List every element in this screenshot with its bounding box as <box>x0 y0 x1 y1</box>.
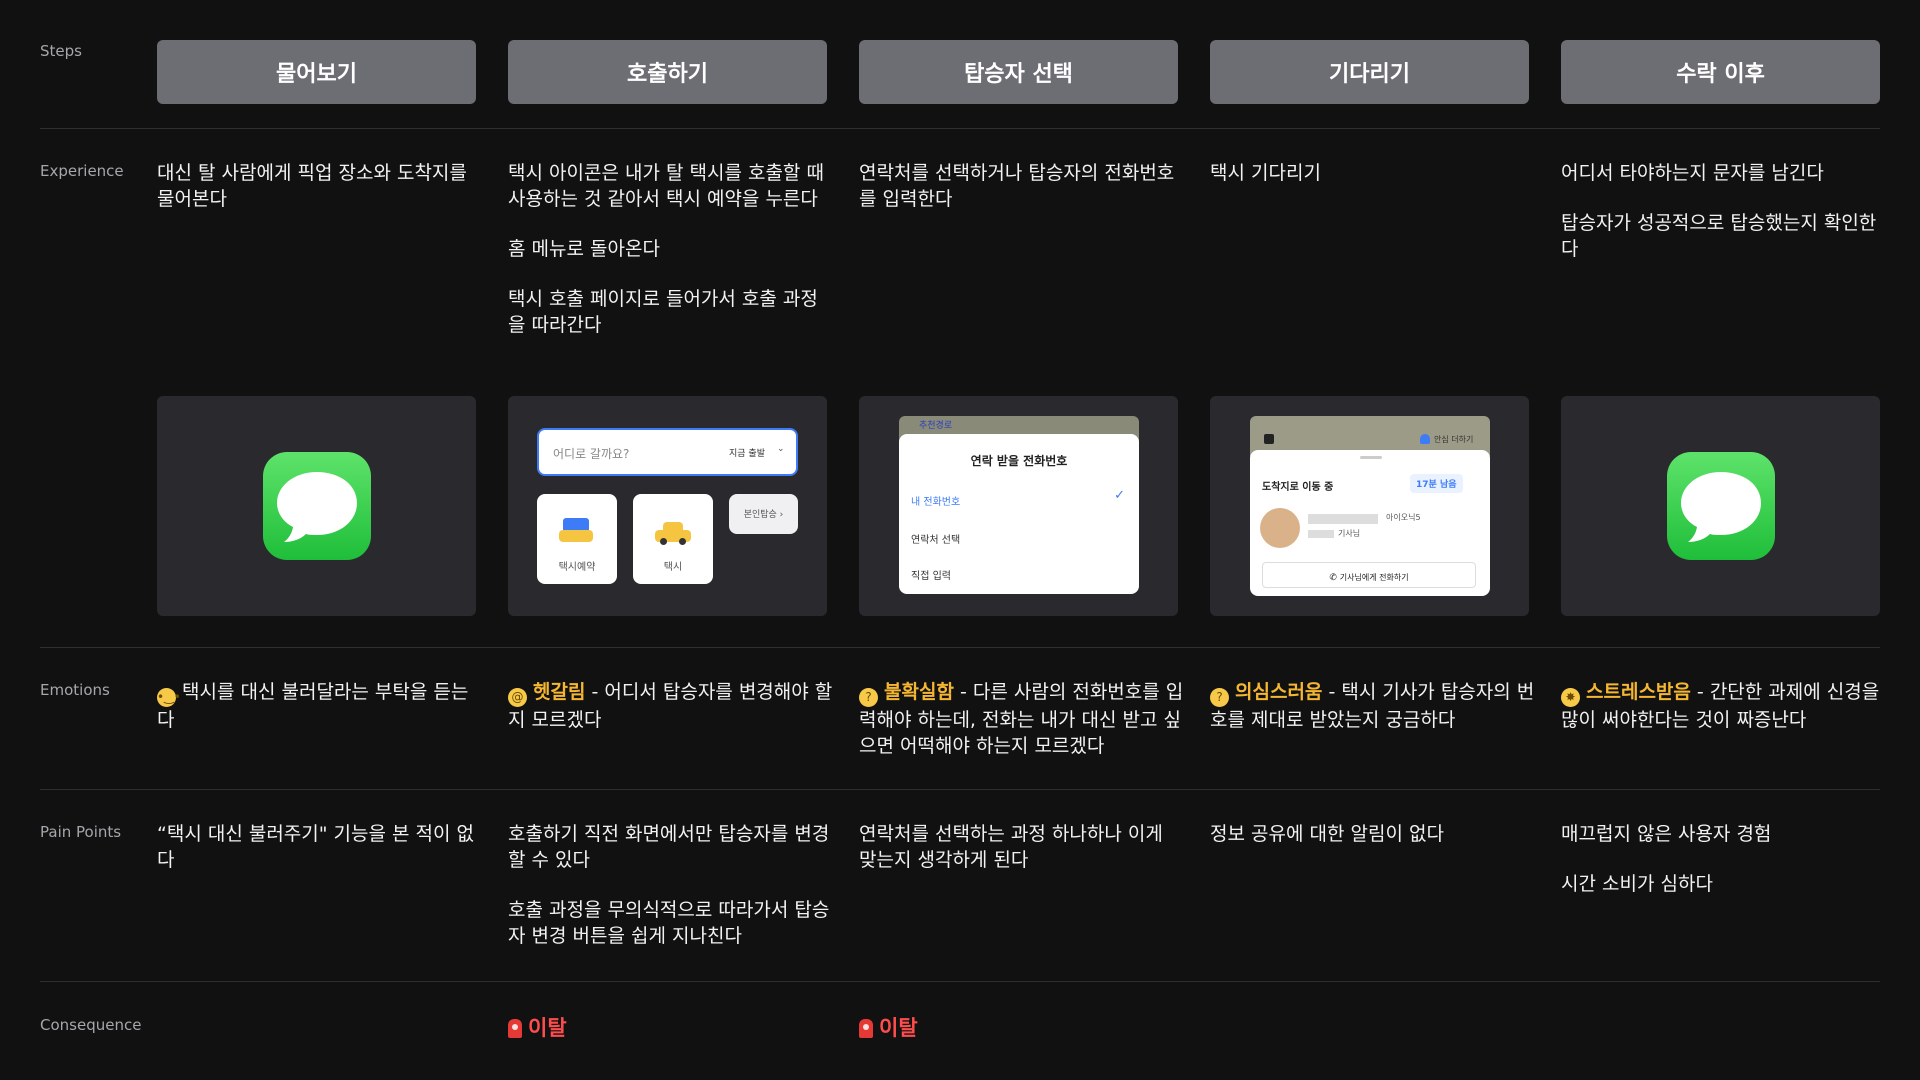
phone-icon: ✆ <box>1329 573 1340 583</box>
plate-number <box>1308 514 1378 524</box>
thinking-face-icon: ? <box>859 688 878 707</box>
emotion-wait: ? 의심스러움 - 택시 기사가 탑승자의 번호를 제대로 받았는지 궁금하다 <box>1210 681 1535 731</box>
pain-after-accept: 매끄럽지 않은 사용자 경험 시간 소비가 심하다 <box>1561 823 1772 895</box>
step-ask: 물어보기 <box>157 40 476 104</box>
step-select-passenger: 탑승자 선택 <box>859 40 1178 104</box>
consequence-call: 이탈 <box>508 1012 567 1042</box>
siren-icon <box>859 1019 873 1038</box>
consequence-select-passenger: 이탈 <box>859 1012 918 1042</box>
imessage-icon <box>263 452 371 560</box>
tile-taxi-reserve[interactable]: 택시예약 <box>537 494 617 584</box>
experience-select-passenger: 연락처를 선택하거나 탑승자의 전화번호를 입력한다 <box>859 162 1175 210</box>
call-driver-button[interactable]: ✆ 기사님에게 전화하기 <box>1262 562 1476 588</box>
card-passenger-select: 추천경로 연락 받을 전화번호 내 전화번호 ✓ 연락처 선택 직접 입력 <box>859 396 1178 616</box>
self-ride-button[interactable]: 본인탑승 › <box>729 494 798 534</box>
driver-avatar <box>1260 508 1300 548</box>
driver-info-sheet: 도착지로 이동 중 17분 남음 아이오닉5 기사님 ✆ 기사님에게 전화하기 <box>1250 450 1490 596</box>
step-call: 호출하기 <box>508 40 827 104</box>
destination-search-input[interactable]: 어디로 갈까요? 지금 출발 ⌄ <box>537 428 798 476</box>
divider <box>40 647 1880 648</box>
divider <box>40 981 1880 982</box>
dizzy-face-icon: @ <box>508 688 527 707</box>
taxi-icon <box>655 522 691 545</box>
neutral-face-icon: •‿• <box>157 688 181 707</box>
card-imessage-after <box>1561 396 1880 616</box>
step-wait: 기다리기 <box>1210 40 1529 104</box>
row-label-experience: Experience <box>40 162 124 180</box>
experience-call: 택시 아이콘은 내가 탈 택시를 호출할 때 사용하는 것 같아서 택시 예약을… <box>508 162 824 336</box>
step-after-accept: 수락 이후 <box>1561 40 1880 104</box>
experience-ask: 대신 탈 사람에게 픽업 장소와 도착지를 물어본다 <box>157 162 467 210</box>
shield-icon <box>1420 434 1430 444</box>
phone-select-sheet: 연락 받을 전화번호 내 전화번호 ✓ 연락처 선택 직접 입력 <box>899 434 1139 594</box>
option-my-phone[interactable]: 내 전화번호 ✓ <box>911 488 1127 510</box>
emotion-after-accept: ✸ 스트레스받음 - 간단한 과제에 신경을 많이 써야한다는 것이 짜증난다 <box>1561 681 1880 731</box>
experience-wait: 택시 기다리기 <box>1210 162 1321 184</box>
driver-name <box>1308 530 1334 538</box>
experience-after-accept: 어디서 타야하는지 문자를 남긴다 탑승자가 성공적으로 탑승했는지 확인한다 <box>1561 162 1877 260</box>
divider <box>40 128 1880 129</box>
imessage-icon <box>1667 452 1775 560</box>
card-waiting: 안심 더하기 도착지로 이동 중 17분 남음 아이오닉5 기사님 ✆ 기사님에… <box>1210 396 1529 616</box>
option-contacts[interactable]: 연락처 선택 <box>911 528 960 547</box>
pain-wait: 정보 공유에 대한 알림이 없다 <box>1210 823 1444 845</box>
thinking-face-icon: ? <box>1210 688 1229 707</box>
row-label-steps: Steps <box>40 42 82 60</box>
row-label-emotions: Emotions <box>40 681 110 699</box>
card-imessage-ask <box>157 396 476 616</box>
check-icon: ✓ <box>1114 488 1125 503</box>
exploding-head-icon: ✸ <box>1561 688 1580 707</box>
taxi-reserve-icon <box>559 518 593 544</box>
emotion-select-passenger: ? 불확실함 - 다른 사람의 전화번호를 입력해야 하는데, 전화는 내가 대신… <box>859 681 1184 757</box>
emotion-ask: •‿•택시를 대신 불러달라는 부탁을 듣는다 <box>157 681 469 731</box>
emotion-call: @ 헷갈림 - 어디서 탑승자를 변경해야 할 지 모르겠다 <box>508 681 833 731</box>
option-direct-input[interactable]: 직접 입력 <box>911 564 951 583</box>
tile-taxi[interactable]: 택시 <box>633 494 713 584</box>
row-label-pain-points: Pain Points <box>40 823 122 841</box>
chevron-down-icon: ⌄ <box>777 444 785 454</box>
pain-call: 호출하기 직전 화면에서만 탑승자를 변경할 수 있다 호출 과정을 무의식적으… <box>508 823 830 947</box>
pain-ask: “택시 대신 불러주기" 기능을 본 적이 없다 <box>157 823 475 871</box>
card-call-screen: 어디로 갈까요? 지금 출발 ⌄ 택시예약 택시 본인탑승 › <box>508 396 827 616</box>
row-label-consequence: Consequence <box>40 1016 142 1034</box>
siren-icon <box>508 1019 522 1038</box>
divider <box>40 789 1880 790</box>
home-icon <box>1264 434 1274 444</box>
drag-handle[interactable] <box>1360 456 1382 459</box>
pain-select-passenger: 연락처를 선택하는 과정 하나하나 이게 맞는지 생각하게 된다 <box>859 823 1163 871</box>
